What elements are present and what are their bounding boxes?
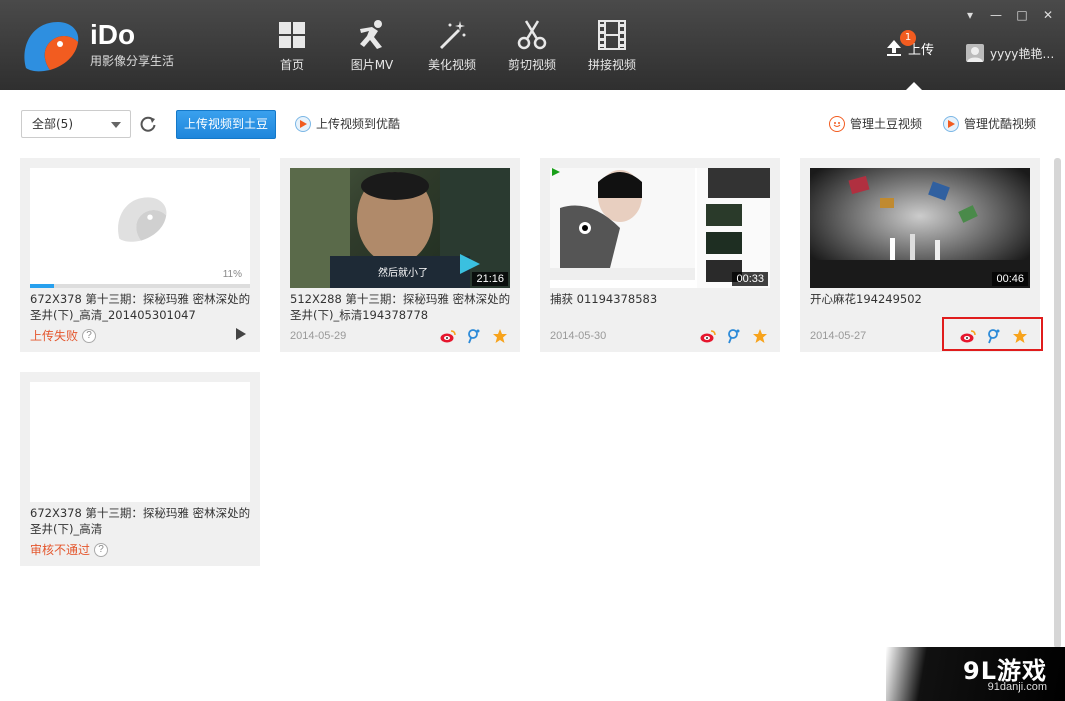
nav-upload[interactable]: 1 上传 bbox=[884, 30, 934, 58]
thumbnail-screen-capture-image bbox=[550, 168, 770, 288]
toolbar: 全部(5) 上传视频到土豆 上传视频到优酷 管理土豆视频 管理优酷视频 bbox=[0, 90, 1065, 158]
grid-icon bbox=[252, 18, 332, 52]
video-thumbnail: 00:46 bbox=[810, 168, 1030, 288]
youku-play-icon bbox=[943, 115, 959, 132]
nav-home[interactable]: 首页 bbox=[252, 18, 332, 73]
film-strip-icon bbox=[572, 18, 652, 52]
watermark: 9L游戏 91danji.com bbox=[886, 647, 1065, 701]
share-icons bbox=[700, 328, 768, 344]
nav-cut-label: 剪切视频 bbox=[507, 58, 556, 72]
nav-photo-mv-label: 图片MV bbox=[350, 58, 394, 72]
refresh-icon[interactable] bbox=[139, 115, 157, 133]
share-icons bbox=[440, 328, 508, 344]
manage-youku-button[interactable]: 管理优酷视频 bbox=[943, 115, 1036, 132]
video-card[interactable]: 11% 672X378 第十三期：探秘玛雅 密林深处的圣井(下)_高清_2014… bbox=[20, 158, 260, 352]
upload-to-youku-button[interactable]: 上传视频到优酷 bbox=[295, 115, 400, 132]
video-date: 2014-05-29 bbox=[290, 330, 347, 342]
close-icon[interactable]: ✕ bbox=[1041, 8, 1055, 22]
upload-to-youku-label: 上传视频到优酷 bbox=[316, 117, 401, 131]
minimize-icon[interactable]: — bbox=[989, 8, 1003, 22]
thumbnail-stage-image bbox=[810, 168, 1030, 288]
status-text: 上传失败 bbox=[30, 329, 79, 343]
app-name: iDo bbox=[90, 19, 136, 50]
avatar-icon bbox=[966, 44, 984, 62]
active-tab-indicator bbox=[906, 82, 922, 90]
video-title: 672X378 第十三期：探秘玛雅 密林深处的圣井(下)_高清_20140530… bbox=[30, 292, 251, 322]
video-duration: 21:16 bbox=[472, 272, 508, 286]
scissors-icon bbox=[492, 18, 572, 52]
upload-progress-fill bbox=[30, 284, 55, 288]
tencent-weibo-icon[interactable] bbox=[726, 328, 742, 344]
nav-cut[interactable]: 剪切视频 bbox=[492, 18, 572, 73]
video-caption: 然后就小了 bbox=[378, 268, 428, 279]
video-thumbnail-placeholder: 11% bbox=[30, 168, 250, 288]
dropdown-menu-icon[interactable]: ▾ bbox=[963, 8, 977, 22]
weibo-icon[interactable] bbox=[440, 328, 456, 344]
nav-home-label: 首页 bbox=[279, 58, 304, 72]
status-review-rejected: 审核不通过 ? bbox=[30, 541, 109, 558]
dancer-icon bbox=[332, 18, 412, 52]
upload-progress-bar bbox=[30, 284, 250, 288]
video-date: 2014-05-30 bbox=[550, 330, 607, 342]
video-card[interactable]: 然后就小了 21:16 512X288 第十三期：探秘玛雅 密林深处的圣井(下)… bbox=[280, 158, 520, 352]
app-slogan: 用影像分享生活 bbox=[90, 54, 175, 68]
tencent-weibo-icon[interactable] bbox=[466, 328, 482, 344]
video-date: 2014-05-27 bbox=[810, 330, 867, 342]
video-duration: 00:46 bbox=[992, 272, 1028, 286]
manage-tudou-button[interactable]: 管理土豆视频 bbox=[829, 115, 922, 132]
user-name: yyyy艳艳… bbox=[990, 46, 1055, 61]
tudou-icon bbox=[829, 115, 845, 132]
chevron-down-icon bbox=[111, 122, 121, 128]
youku-play-icon bbox=[295, 115, 311, 132]
video-thumbnail: 然后就小了 21:16 bbox=[290, 168, 510, 288]
filter-select[interactable]: 全部(5) bbox=[21, 110, 131, 138]
video-duration: 00:33 bbox=[732, 272, 768, 286]
app-header: iDo 用影像分享生活 首页 图片MV 美化视频 剪切视频 拼接视频 1 上传 … bbox=[0, 0, 1065, 90]
manage-tudou-label: 管理土豆视频 bbox=[850, 117, 923, 131]
manage-youku-label: 管理优酷视频 bbox=[964, 117, 1037, 131]
video-title: 开心麻花194249502 bbox=[810, 292, 922, 306]
window-controls: ▾ — □ ✕ bbox=[963, 8, 1055, 22]
video-title: 捕获 01194378583 bbox=[550, 292, 658, 306]
ido-placeholder-icon bbox=[118, 197, 167, 242]
user-menu[interactable]: yyyy艳艳… bbox=[966, 44, 1054, 62]
brand: iDo 用影像分享生活 bbox=[90, 18, 174, 69]
ido-logo-icon bbox=[24, 22, 79, 72]
upload-badge: 1 bbox=[900, 30, 916, 46]
favorite-star-icon[interactable] bbox=[752, 328, 768, 344]
watermark-url: 91danji.com bbox=[987, 681, 1047, 693]
favorite-star-icon[interactable] bbox=[492, 328, 508, 344]
maximize-icon[interactable]: □ bbox=[1015, 8, 1029, 22]
vertical-scrollbar[interactable] bbox=[1054, 158, 1061, 648]
status-upload-failed: 上传失败 ? bbox=[30, 327, 97, 344]
nav-beautify-label: 美化视频 bbox=[427, 58, 476, 72]
magic-wand-icon bbox=[412, 18, 492, 52]
main-nav: 首页 图片MV 美化视频 剪切视频 拼接视频 bbox=[252, 18, 652, 73]
video-title: 672X378 第十三期：探秘玛雅 密林深处的圣井(下)_高清 bbox=[30, 506, 251, 536]
upload-to-tudou-button[interactable]: 上传视频到土豆 bbox=[176, 110, 276, 139]
video-title: 512X288 第十三期：探秘玛雅 密林深处的圣井(下)_标清194378778 bbox=[290, 292, 511, 322]
nav-join[interactable]: 拼接视频 bbox=[572, 18, 652, 73]
filter-select-value: 全部(5) bbox=[32, 117, 73, 131]
video-card[interactable]: 672X378 第十三期：探秘玛雅 密林深处的圣井(下)_高清 审核不通过 ? bbox=[20, 372, 260, 566]
video-thumbnail: 00:33 bbox=[550, 168, 770, 288]
nav-beautify[interactable]: 美化视频 bbox=[412, 18, 492, 73]
video-card[interactable]: 00:33 捕获 01194378583 2014-05-30 bbox=[540, 158, 780, 352]
play-icon[interactable] bbox=[236, 328, 246, 340]
help-icon[interactable]: ? bbox=[82, 328, 97, 343]
nav-photo-mv[interactable]: 图片MV bbox=[332, 18, 412, 73]
status-text: 审核不通过 bbox=[30, 543, 91, 557]
progress-percent: 11% bbox=[222, 269, 242, 280]
video-thumbnail-placeholder bbox=[30, 382, 250, 502]
highlight-box bbox=[942, 317, 1043, 351]
nav-join-label: 拼接视频 bbox=[587, 58, 636, 72]
weibo-icon[interactable] bbox=[700, 328, 716, 344]
help-icon[interactable]: ? bbox=[94, 542, 109, 557]
